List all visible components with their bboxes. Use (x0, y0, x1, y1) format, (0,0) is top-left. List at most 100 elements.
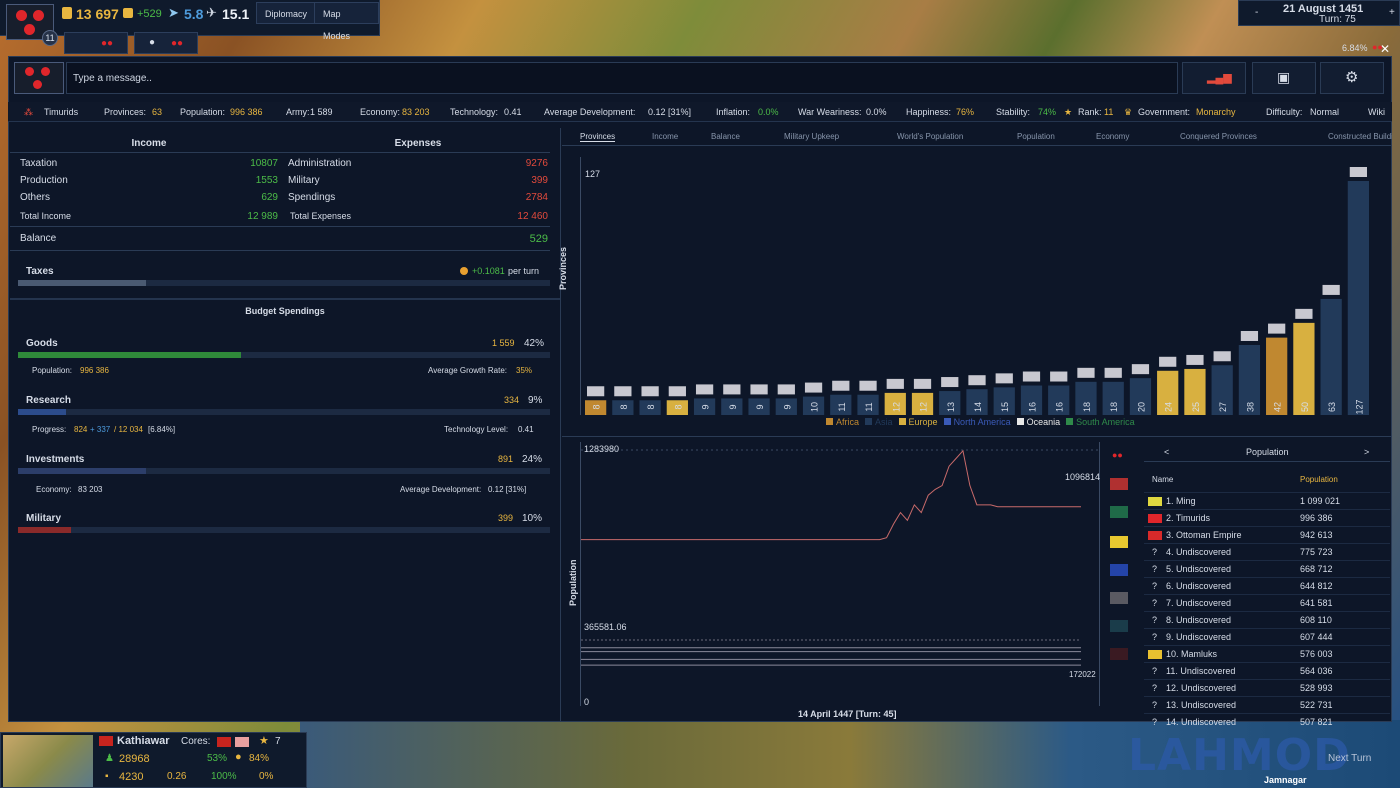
row-value: 522 731 (1300, 700, 1333, 710)
next-turn-button[interactable]: Next Turn (1328, 753, 1371, 764)
chart2-xlabel: 14 April 1447 [Turn: 45] (798, 709, 897, 719)
technology-label: Technology: (450, 107, 499, 117)
tab-conquered-provinces[interactable]: Conquered Provinces (1180, 132, 1257, 141)
legend-label: Asia (875, 417, 893, 427)
taxes-label[interactable]: Taxes (26, 266, 54, 277)
table-row[interactable]: 10. Mamluks 576 003 (1144, 645, 1390, 662)
table-row[interactable]: ? 8. Undiscovered 608 110 (1144, 611, 1390, 628)
signal-button[interactable]: ▂▄▆ (1182, 62, 1246, 94)
military-slider[interactable] (18, 527, 550, 533)
map-modes-button[interactable]: Map Modes (314, 2, 379, 41)
table-row[interactable]: ? 5. Undiscovered 668 712 (1144, 560, 1390, 577)
table-row[interactable]: ? 7. Undiscovered 641 581 (1144, 594, 1390, 611)
tab-provinces[interactable]: Provinces (580, 132, 616, 142)
notification-count-badge[interactable]: 11 (42, 30, 58, 46)
table-next-button[interactable]: > (1364, 447, 1369, 457)
flag-timurids-icon[interactable]: ●● (1112, 450, 1130, 462)
population-value: 996 386 (230, 107, 263, 117)
bar-value-label: 15 (1000, 402, 1010, 412)
row-value: 942 613 (1300, 530, 1333, 540)
unknown-flag-icon: ? (1152, 700, 1158, 710)
tab-military-upkeep[interactable]: Military Upkeep (784, 132, 839, 141)
table-row[interactable]: ? 9. Undiscovered 607 444 (1144, 628, 1390, 645)
table-row[interactable]: ? 13. Undiscovered 522 731 (1144, 696, 1390, 713)
tab-income[interactable]: Income (652, 132, 678, 141)
gear-icon: ⚙ (1345, 69, 1359, 86)
close-icon[interactable]: ✕ (1380, 42, 1390, 56)
legend-label: South America (1076, 417, 1135, 427)
province-map-thumbnail[interactable] (3, 735, 93, 787)
bar-28[interactable] (1320, 298, 1342, 415)
row-name: 9. Undiscovered (1166, 632, 1232, 642)
goods-pct: 42% (524, 338, 545, 349)
tab-worlds-population[interactable]: World's Population (897, 132, 963, 141)
save-button[interactable]: ▣ (1252, 62, 1316, 94)
average-development-value: 0.12 [31%] (648, 107, 692, 117)
row-value: 507 821 (1300, 717, 1333, 727)
income-value-others: 629 (261, 192, 278, 203)
taxes-gold-icon (460, 267, 468, 275)
table-prev-button[interactable]: < (1164, 447, 1169, 457)
flag-2-icon[interactable] (1110, 478, 1128, 490)
tab-economy[interactable]: Economy (1096, 132, 1129, 141)
star-icon: ★ (1064, 107, 1073, 117)
flag-tab-2[interactable]: ● ●● (134, 32, 198, 54)
table-row[interactable]: ? 12. Undiscovered 528 993 (1144, 679, 1390, 696)
bar-value-label: 12 (891, 402, 901, 412)
table-row[interactable]: 1. Ming 1 099 021 (1144, 492, 1390, 509)
bar-flag-28 (1322, 284, 1340, 295)
flag-8-icon[interactable] (1110, 648, 1128, 660)
income-icon (123, 8, 133, 18)
flag-4-icon[interactable] (1110, 536, 1128, 548)
tab-balance[interactable]: Balance (711, 132, 740, 141)
table-row[interactable]: ? 4. Undiscovered 775 723 (1144, 543, 1390, 560)
row-name: 1. Ming (1166, 496, 1196, 506)
table-row[interactable]: ? 14. Undiscovered 507 821 (1144, 713, 1390, 730)
speed-up-button[interactable]: + (1389, 7, 1395, 18)
investments-sub-right: 0.12 [31%] (488, 485, 527, 494)
table-row[interactable]: ? 6. Undiscovered 644 812 (1144, 577, 1390, 594)
provinces-bar-chart: 8 8 8 8 9 9 9 9 10 11 11 12 12 13 14 15 16 16 18 18 20 24 25 27… (585, 167, 1370, 415)
population-label: Population: (180, 107, 226, 117)
provinces-chart[interactable]: 127 8 8 8 8 9 9 9 9 10 11 11 12 12 13 14 15 16 16 18 18 20 24… (580, 157, 1384, 415)
research-slider[interactable] (18, 409, 550, 415)
legend-item: South America (1066, 417, 1135, 427)
bar-value-label: 8 (673, 404, 683, 409)
table-row[interactable]: 2. Timurids 996 386 (1144, 509, 1390, 526)
bar-value-label: 24 (1164, 402, 1174, 412)
table-row[interactable]: 3. Ottoman Empire 942 613 (1144, 526, 1390, 543)
speed-down-button[interactable]: - (1255, 7, 1258, 18)
bar-flag-25 (1240, 330, 1259, 341)
flag-tab-1[interactable]: ●● (64, 32, 128, 54)
flag-7-icon[interactable] (1110, 620, 1128, 632)
diplomacy-button[interactable]: Diplomacy (256, 2, 317, 24)
population-line-chart (581, 449, 1101, 666)
flag-6-icon[interactable] (1110, 592, 1128, 604)
flag-5-icon[interactable] (1110, 564, 1128, 576)
expense-value-military: 399 (531, 175, 548, 186)
goods-label: Goods (26, 338, 58, 349)
flag-3-icon[interactable] (1110, 506, 1128, 518)
bar-flag-20 (1104, 367, 1122, 378)
bar-27[interactable] (1293, 322, 1315, 415)
signal-icon: ▂▄▆ (1207, 72, 1232, 84)
goods-sub-left-label: Population: (32, 366, 73, 375)
country-flag-icon (1148, 514, 1162, 523)
tab-population[interactable]: Population (1017, 132, 1055, 141)
bar-flag-26 (1268, 323, 1286, 334)
wiki-link[interactable]: Wiki (1368, 107, 1385, 117)
watermark-logo: LAHMOD (1128, 730, 1351, 781)
research-progress-c: / 12 034 (114, 425, 143, 434)
tab-constructed-buildings[interactable]: Constructed Buildings (1328, 132, 1392, 141)
goods-sub-right-label: Average Growth Rate: (428, 366, 508, 375)
population-chart[interactable]: 1283980 365581.06 0 1096814 172022 (580, 442, 1101, 707)
settings-button[interactable]: ⚙ (1320, 62, 1384, 94)
bar-value-label: 27 (1218, 402, 1228, 412)
investments-sub-left: 83 203 (78, 485, 103, 494)
table-row[interactable]: ? 11. Undiscovered 564 036 (1144, 662, 1390, 679)
bar-29[interactable] (1347, 181, 1370, 415)
dots-icon: ●● (101, 38, 114, 49)
population-line (581, 449, 1081, 541)
date-display[interactable]: - 21 August 1451 Turn: 75 + (1238, 0, 1400, 26)
chat-input[interactable]: Type a message.. (66, 62, 1178, 94)
